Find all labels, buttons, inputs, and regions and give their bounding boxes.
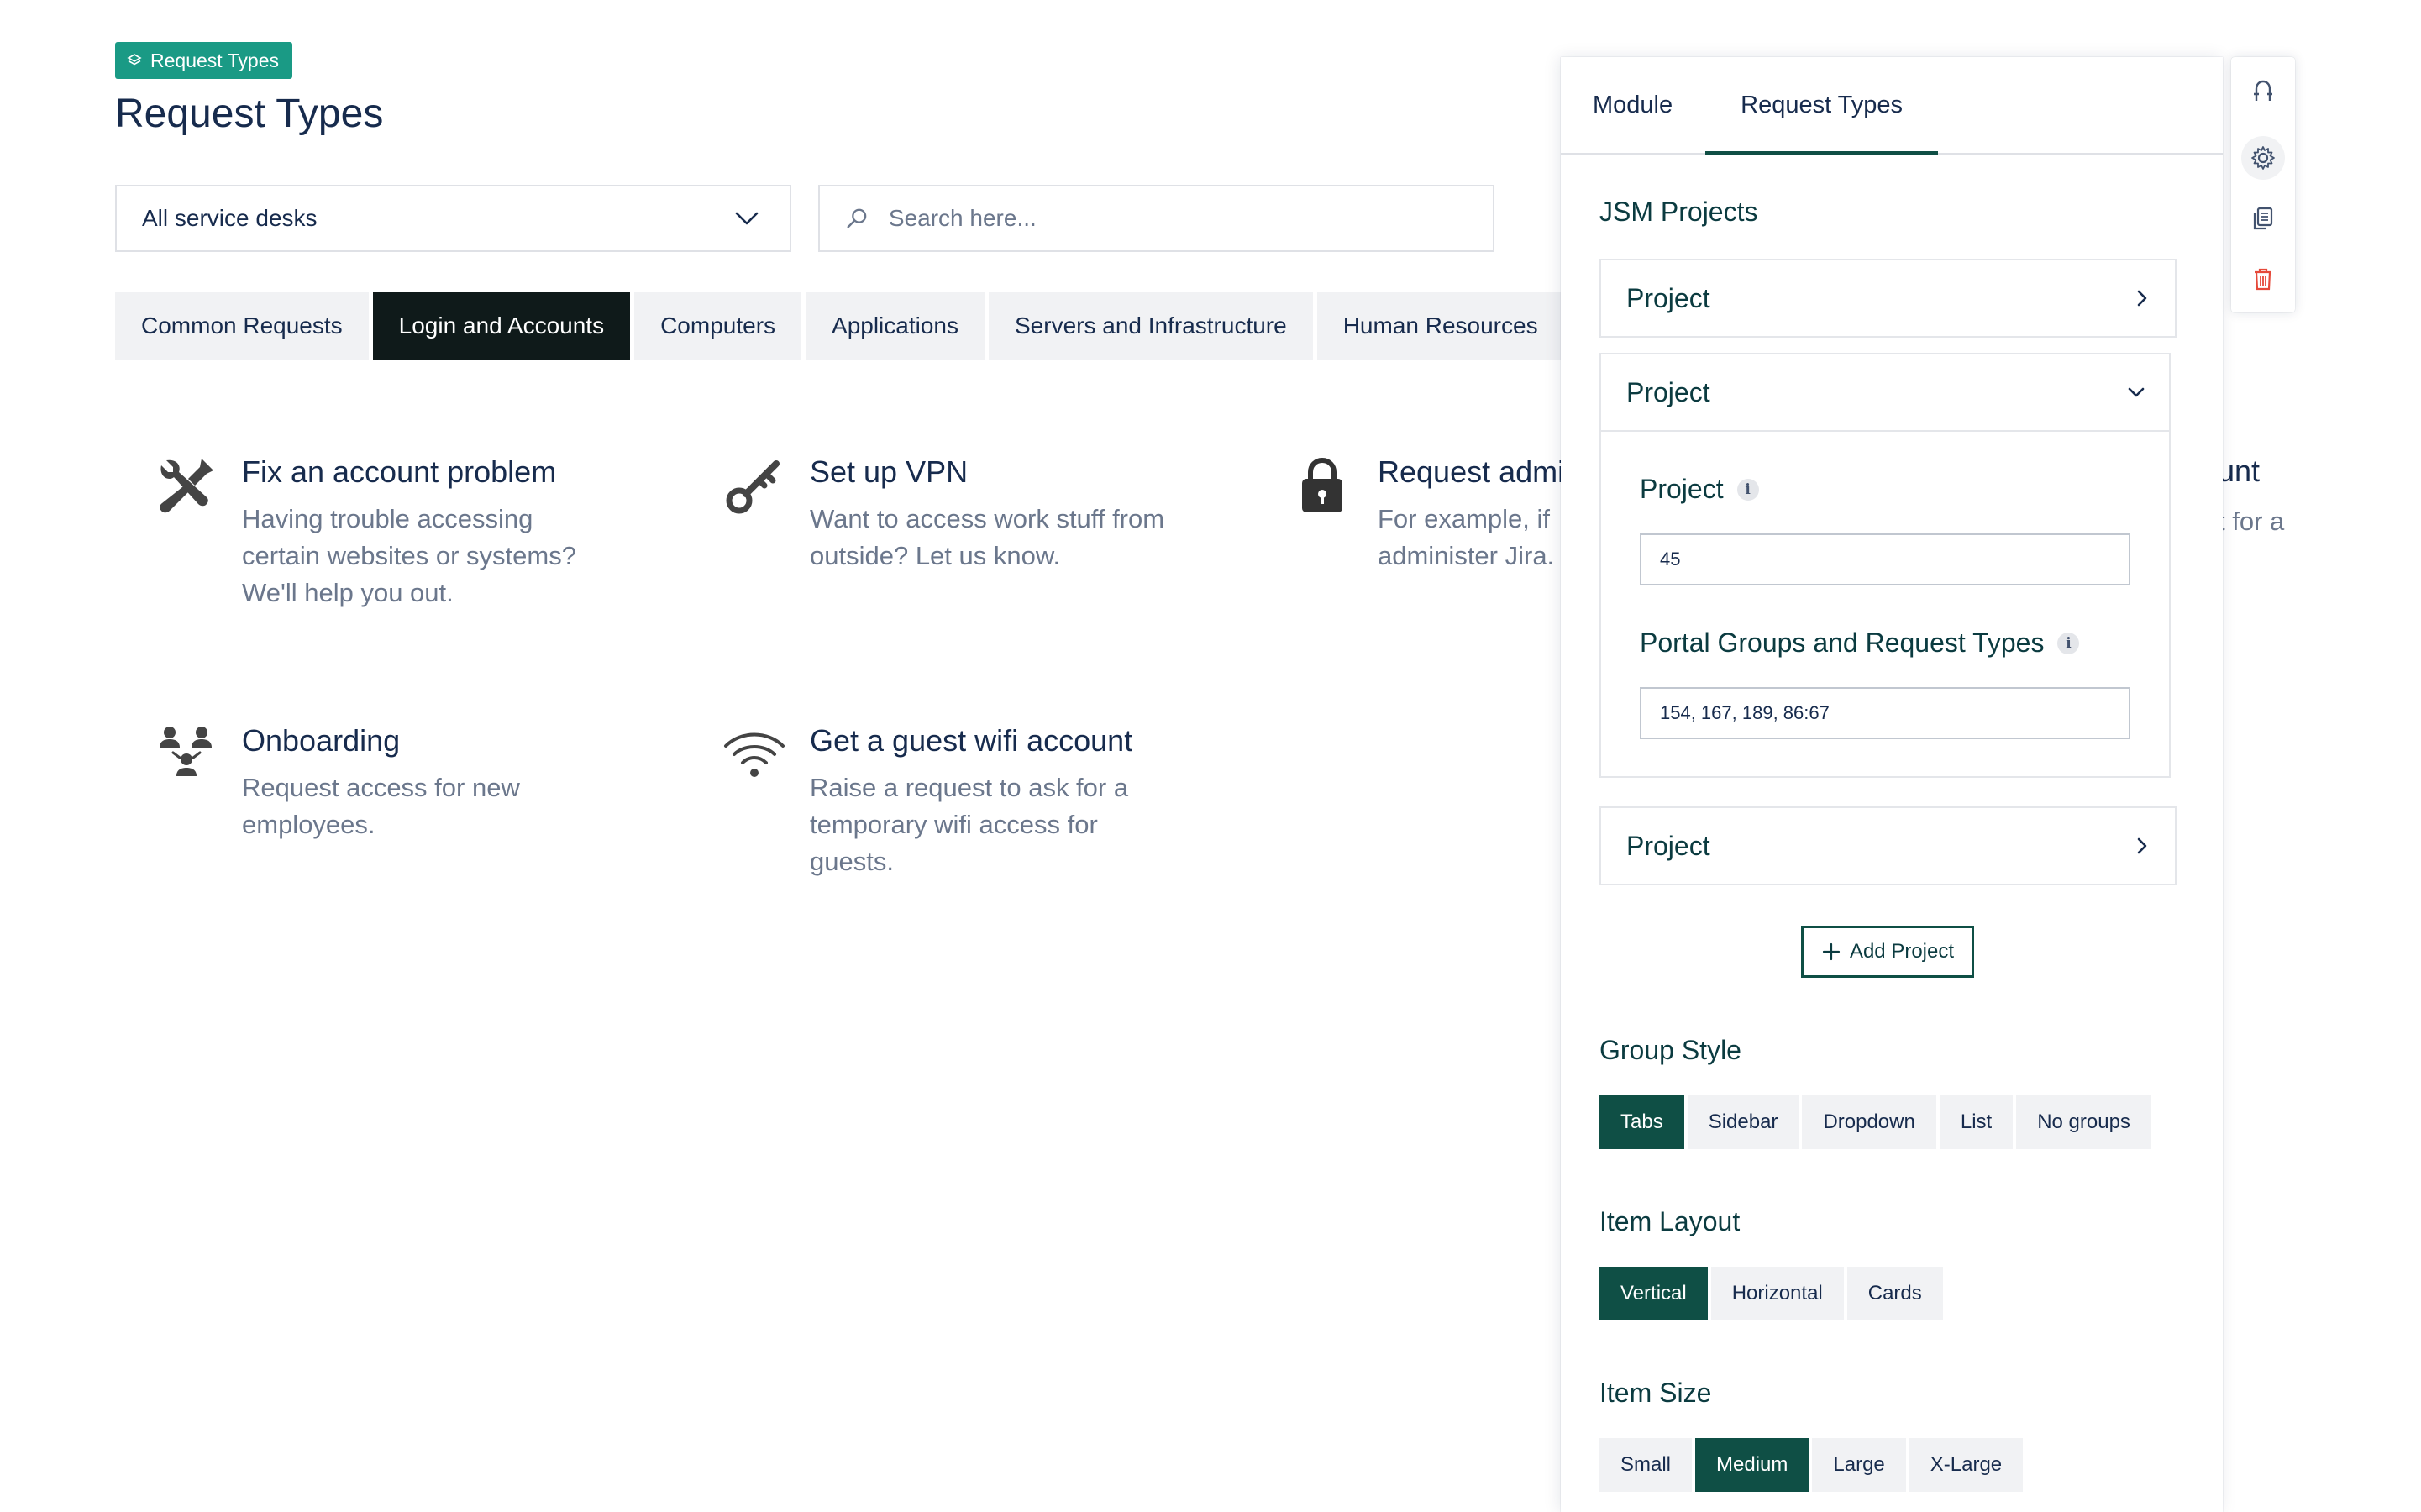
plus-icon [1822,942,1841,961]
request-item-onboarding[interactable]: Onboarding Request access for new employ… [155,722,520,843]
group-style-dropdown[interactable]: Dropdown [1802,1095,1936,1149]
copy-button[interactable] [2241,197,2285,240]
add-project-button[interactable]: Add Project [1801,926,1974,978]
tab-servers-and-infrastructure[interactable]: Servers and Infrastructure [989,292,1313,360]
arch-button[interactable] [2241,69,2285,113]
tools-icon [160,459,213,513]
item-title: Set up VPN [810,454,969,489]
tab-human-resources[interactable]: Human Resources [1316,292,1564,360]
item-description: Request access for new employees. [242,773,520,839]
item-layout-vertical[interactable]: Vertical [1599,1267,1708,1320]
project-accordion-body: Project i 45 Portal Groups and Request T… [1601,430,2169,776]
item-title: Onboarding [242,723,401,758]
wifi-icon [724,732,785,777]
project-id-input[interactable]: 45 [1640,533,2130,585]
page-title: Request Types [115,92,384,136]
chevron-down-icon [735,212,759,225]
item-description: Want to access work stuff from outside? … [810,504,1165,570]
info-icon[interactable]: i [2057,632,2080,654]
project-accordion-header[interactable]: Project [1601,808,2175,884]
project-field-label: Project i [1640,474,2130,505]
item-description: Having trouble accessing certain website… [242,504,576,607]
chevron-right-icon [2137,290,2147,307]
search-box[interactable] [818,185,1494,252]
item-description: Raise a request to ask for a temporary w… [810,773,1129,876]
item-size-large[interactable]: Large [1812,1438,1906,1492]
page-badge: Request Types [115,42,293,79]
tab-module[interactable]: Module [1593,57,1673,153]
search-input[interactable] [888,205,1468,232]
group-style-list[interactable]: List [1939,1095,2014,1149]
project-accordion-3[interactable]: Project [1599,806,2177,885]
item-layout-title: Item Layout [1599,1206,1741,1236]
group-tabs: Common Requests Login and Accounts Compu… [115,292,1564,360]
tab-computers[interactable]: Computers [634,292,802,360]
request-item-guest-wifi[interactable]: Get a guest wifi account Raise a request… [722,722,1132,880]
portal-groups-label: Portal Groups and Request Types i [1640,627,2130,659]
portal-groups-input[interactable]: 154, 167, 189, 86:67 [1640,687,2130,739]
item-size-selector: Small Medium Large X-Large [1599,1438,2024,1492]
project-accordion-header[interactable]: Project [1601,354,2169,430]
side-toolbar [2231,57,2295,312]
item-size-medium[interactable]: Medium [1695,1438,1809,1492]
settings-button[interactable] [2241,136,2285,180]
item-layout-cards[interactable]: Cards [1846,1267,1943,1320]
chevron-down-icon [2128,387,2145,397]
badge-label: Request Types [150,49,280,71]
tab-request-types[interactable]: Request Types [1705,57,1938,155]
project-accordion-2[interactable]: Project Project i 45 Portal Groups and R… [1599,353,2171,778]
item-title: Fix an account problem [242,454,557,489]
request-item-request-admin[interactable]: Request admi For example, if administer … [1290,454,1564,575]
item-size-x-large[interactable]: X-Large [1909,1438,2024,1492]
project-accordion-1[interactable]: Project [1599,259,2177,338]
group-style-no-groups[interactable]: No groups [2016,1095,2151,1149]
tab-applications[interactable]: Applications [806,292,985,360]
service-desk-select[interactable]: All service desks [115,185,791,252]
trash-icon [2255,268,2271,291]
project-accordion-header[interactable]: Project [1601,260,2175,336]
settings-panel: Module Request Types JSM Projects Projec… [1561,57,2223,1512]
request-item-fix-account[interactable]: Fix an account problem Having trouble ac… [155,454,576,612]
arch-icon [2254,80,2272,101]
service-desk-value: All service desks [142,205,318,231]
info-icon[interactable]: i [1736,478,1759,501]
lock-icon [1302,457,1342,512]
chevron-right-icon [2137,837,2147,854]
request-item-setup-vpn[interactable]: Set up VPN Want to access work stuff fro… [722,454,1164,575]
group-style-sidebar[interactable]: Sidebar [1687,1095,1799,1149]
item-layout-horizontal[interactable]: Horizontal [1710,1267,1844,1320]
item-size-title: Item Size [1599,1378,1712,1408]
item-layout-selector: Vertical Horizontal Cards [1599,1267,1943,1320]
panel-tabs: Module Request Types [1561,57,2223,155]
item-title: Request admi [1378,454,1565,489]
item-description: For example, if administer Jira. [1378,504,1555,570]
tab-common-requests[interactable]: Common Requests [115,292,369,360]
group-style-title: Group Style [1599,1035,1741,1065]
delete-button[interactable] [2241,257,2285,301]
search-icon [847,208,867,228]
key-icon [726,460,780,514]
tab-login-and-accounts[interactable]: Login and Accounts [372,292,631,360]
gear-icon [2251,146,2275,170]
group-style-selector: Tabs Sidebar Dropdown List No groups [1599,1095,2151,1149]
people-icon [160,727,212,776]
clipped-item-title: unt [2218,454,2261,488]
item-title: Get a guest wifi account [810,723,1133,758]
clipped-item-description: t for a [2218,507,2285,536]
group-style-tabs[interactable]: Tabs [1599,1095,1684,1149]
copy-icon [2253,207,2273,230]
jsm-projects-title: JSM Projects [1599,197,1758,227]
item-size-small[interactable]: Small [1599,1438,1693,1492]
layers-icon [127,54,142,66]
